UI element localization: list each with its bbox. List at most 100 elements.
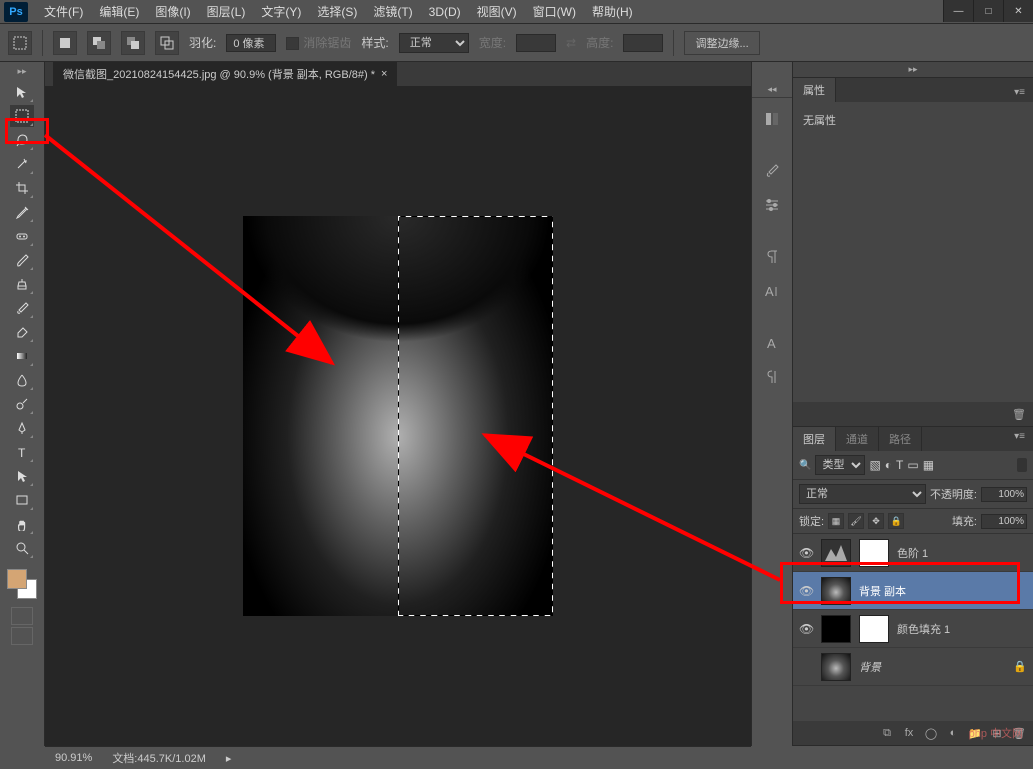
lock-pixels-icon[interactable]: 🖌	[848, 513, 864, 529]
blend-mode-select[interactable]: 正常	[799, 484, 926, 504]
magic-wand-tool[interactable]	[10, 153, 34, 175]
feather-input[interactable]	[226, 34, 276, 52]
lock-all-icon[interactable]: 🔒	[888, 513, 904, 529]
character-icon[interactable]: A	[759, 278, 785, 304]
eyedropper-tool[interactable]	[10, 201, 34, 223]
character-styles-icon[interactable]: A	[759, 330, 785, 356]
trash-icon[interactable]: 🗑	[1011, 406, 1027, 422]
lock-position-icon[interactable]: ✥	[868, 513, 884, 529]
path-selection-tool[interactable]	[10, 465, 34, 487]
rectangle-tool[interactable]	[10, 489, 34, 511]
zoom-tool[interactable]	[10, 537, 34, 559]
selection-new-icon[interactable]	[53, 31, 77, 55]
type-tool[interactable]: T	[10, 441, 34, 463]
new-layer-icon[interactable]: ⊞	[989, 725, 1005, 741]
canvas-viewport[interactable]	[45, 86, 751, 746]
lasso-tool[interactable]	[10, 129, 34, 151]
selection-intersect-icon[interactable]	[155, 31, 179, 55]
blur-tool[interactable]	[10, 369, 34, 391]
gradient-tool[interactable]	[10, 345, 34, 367]
panels-collapse[interactable]: ▸▸	[793, 62, 1033, 78]
dock-expand[interactable]: ◂◂	[752, 82, 792, 98]
minimize-button[interactable]: —	[943, 0, 973, 22]
menu-edit[interactable]: 编辑(E)	[91, 1, 147, 22]
clone-stamp-tool[interactable]	[10, 273, 34, 295]
adjustments-icon[interactable]	[759, 106, 785, 132]
menu-window[interactable]: 窗口(W)	[525, 1, 584, 22]
brush-tool[interactable]	[10, 249, 34, 271]
screenmode-toggle[interactable]	[11, 627, 33, 645]
filter-kind-select[interactable]: 类型	[815, 455, 865, 475]
filter-adjust-icon[interactable]: ◐	[885, 458, 892, 472]
toolbar-collapse[interactable]: ▸▸	[17, 66, 26, 77]
adjustment-layer-icon[interactable]: ◐	[945, 725, 961, 741]
channels-tab[interactable]: 通道	[836, 427, 879, 451]
brush-settings-icon[interactable]	[759, 192, 785, 218]
menu-file[interactable]: 文件(F)	[36, 1, 91, 22]
lock-transparent-icon[interactable]: ▦	[828, 513, 844, 529]
zoom-level[interactable]: 90.91%	[55, 752, 92, 764]
doc-info-dropdown-icon[interactable]: ▸	[226, 752, 232, 765]
layer-fx-icon[interactable]: fx	[901, 725, 917, 741]
brush-presets-icon[interactable]	[759, 158, 785, 184]
hand-tool[interactable]	[10, 513, 34, 535]
close-button[interactable]: ✕	[1003, 0, 1033, 22]
filter-smart-icon[interactable]: ▦	[923, 458, 934, 472]
layer-thumb-icon[interactable]	[821, 539, 851, 567]
menu-view[interactable]: 视图(V)	[469, 1, 525, 22]
foreground-color[interactable]	[7, 569, 27, 589]
layer-name[interactable]: 色阶 1	[897, 545, 928, 561]
layer-row[interactable]: 👁 颜色填充 1	[793, 610, 1033, 648]
layer-group-icon[interactable]: 📁	[967, 725, 983, 741]
menu-3d[interactable]: 3D(D)	[421, 3, 469, 21]
layer-row[interactable]: 👁 色阶 1	[793, 534, 1033, 572]
document-tab[interactable]: 微信截图_20210824154425.jpg @ 90.9% (背景 副本, …	[53, 62, 397, 86]
maximize-button[interactable]: □	[973, 0, 1003, 22]
paragraph-styles-icon[interactable]	[759, 364, 785, 390]
layer-mask-thumb[interactable]	[859, 539, 889, 567]
menu-layer[interactable]: 图层(L)	[199, 1, 254, 22]
move-tool[interactable]	[10, 81, 34, 103]
layer-name[interactable]: 背景	[859, 659, 881, 675]
selection-subtract-icon[interactable]	[121, 31, 145, 55]
dodge-tool[interactable]	[10, 393, 34, 415]
menu-filter[interactable]: 滤镜(T)	[365, 1, 420, 22]
menu-image[interactable]: 图像(I)	[147, 1, 198, 22]
delete-layer-icon[interactable]: 🗑	[1011, 725, 1027, 741]
panel-menu-icon[interactable]: ▾≡	[1006, 427, 1033, 451]
layer-thumb-icon[interactable]	[821, 653, 851, 681]
layer-thumb-icon[interactable]	[821, 615, 851, 643]
healing-brush-tool[interactable]	[10, 225, 34, 247]
opacity-input[interactable]	[981, 487, 1027, 502]
close-tab-icon[interactable]: ×	[381, 68, 387, 80]
filter-toggle[interactable]	[1017, 458, 1027, 472]
layer-thumb-icon[interactable]	[821, 577, 851, 605]
visibility-toggle[interactable]: 👁	[799, 584, 813, 598]
menu-help[interactable]: 帮助(H)	[584, 1, 641, 22]
style-select[interactable]: 正常	[399, 33, 469, 53]
visibility-toggle[interactable]: 👁	[799, 546, 813, 560]
color-swatches[interactable]	[7, 569, 37, 599]
paragraph-icon[interactable]	[759, 244, 785, 270]
fill-input[interactable]	[981, 514, 1027, 529]
properties-tab[interactable]: 属性	[793, 78, 836, 102]
refine-edge-button[interactable]: 调整边缘...	[684, 31, 759, 55]
layers-tab[interactable]: 图层	[793, 427, 836, 451]
history-brush-tool[interactable]	[10, 297, 34, 319]
crop-tool[interactable]	[10, 177, 34, 199]
filter-shape-icon[interactable]: ▭	[907, 458, 918, 472]
pen-tool[interactable]	[10, 417, 34, 439]
layer-name[interactable]: 背景 副本	[859, 583, 906, 599]
filter-type-icon[interactable]: T	[896, 458, 903, 472]
menu-select[interactable]: 选择(S)	[309, 1, 365, 22]
layer-mask-icon[interactable]: ◯	[923, 725, 939, 741]
panel-menu-icon[interactable]: ▾≡	[1006, 83, 1033, 102]
quickmask-toggle[interactable]	[11, 607, 33, 625]
rectangular-marquee-tool[interactable]	[10, 105, 34, 127]
filter-pixel-icon[interactable]: ▧	[869, 458, 880, 472]
menu-type[interactable]: 文字(Y)	[253, 1, 309, 22]
paths-tab[interactable]: 路径	[879, 427, 922, 451]
current-tool-icon[interactable]	[8, 31, 32, 55]
layer-row[interactable]: 👁 背景 副本	[793, 572, 1033, 610]
selection-add-icon[interactable]	[87, 31, 111, 55]
